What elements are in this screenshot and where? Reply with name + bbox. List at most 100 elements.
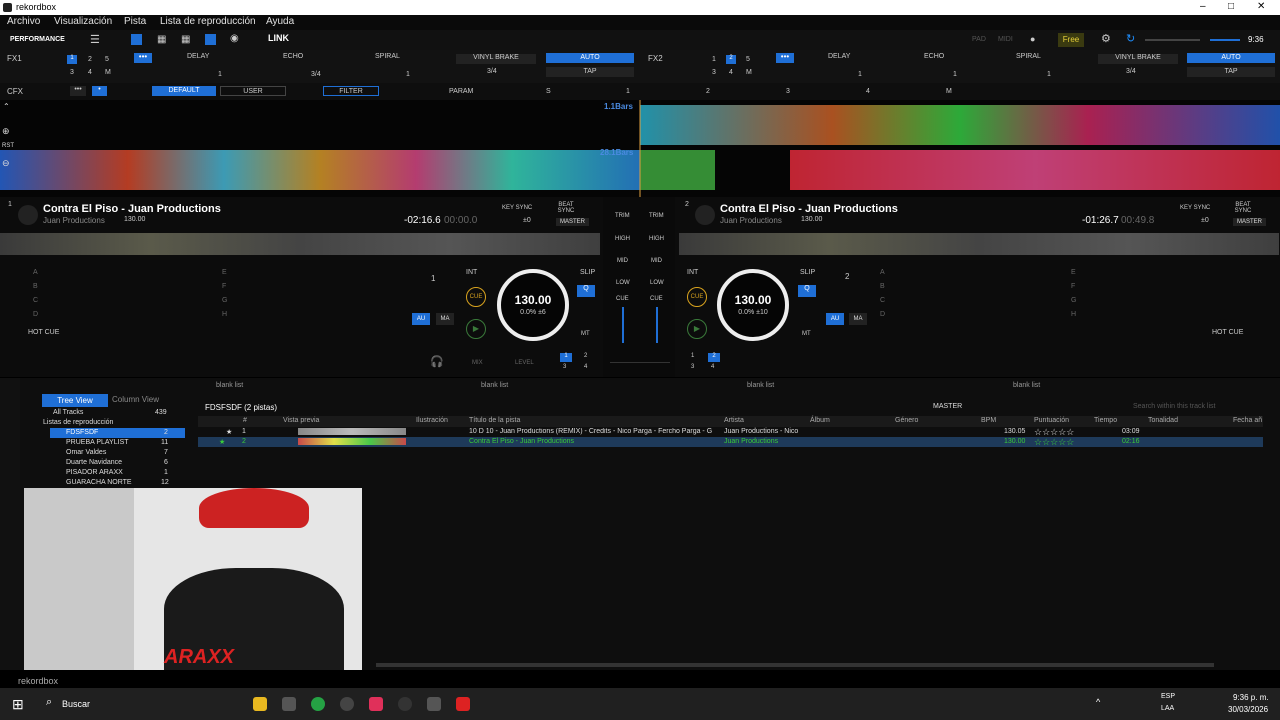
fx2-beat-1[interactable]: 1 xyxy=(712,56,716,63)
row-preview-wave[interactable] xyxy=(298,438,406,445)
fx2-effect-4[interactable]: VINYL BRAKE xyxy=(1098,54,1178,64)
deck1-pad-f[interactable]: F xyxy=(222,283,226,290)
col-rating[interactable]: Puntuación xyxy=(1034,417,1069,424)
fx1-auto-button[interactable]: AUTO xyxy=(546,53,634,63)
all-tracks-item[interactable]: All Tracks xyxy=(53,409,83,416)
deck2-pad-d[interactable]: D xyxy=(880,311,885,318)
cfx-user-button[interactable]: USER xyxy=(220,86,286,96)
mixer-trim-2[interactable]: TRIM xyxy=(649,213,664,219)
mixer-high-1[interactable]: HIGH xyxy=(615,236,630,242)
recorder-icon[interactable] xyxy=(456,697,470,711)
fx2-effect-3[interactable]: SPIRAL xyxy=(1016,53,1041,60)
menu-visualizacion[interactable]: Visualización xyxy=(54,16,112,27)
media-player-icon[interactable] xyxy=(398,697,412,711)
deck2-master-tempo[interactable]: MA xyxy=(849,313,867,325)
deck2-beat-sync[interactable]: BEAT SYNC xyxy=(1233,202,1253,214)
record-icon[interactable]: ◉ xyxy=(230,33,239,44)
minimize-button[interactable]: – xyxy=(1200,1,1206,12)
column-view-tab[interactable]: Column View xyxy=(112,395,159,404)
waveform-area[interactable]: 1.1Bars 28.1Bars ⌃ ⊕ RST ⊖ xyxy=(0,100,1280,197)
blank-list-1[interactable]: blank list xyxy=(216,382,243,389)
deck1-pad-h[interactable]: H xyxy=(222,311,227,318)
taskbar-search[interactable]: Buscar xyxy=(62,699,90,709)
playlist-item[interactable]: Omar Valdes xyxy=(66,449,106,456)
cfx-default-button[interactable]: DEFAULT xyxy=(152,86,216,96)
deck1-pad-a[interactable]: A xyxy=(33,269,38,276)
rekordbox-task-icon[interactable] xyxy=(427,697,441,711)
info-icon[interactable]: ● xyxy=(1030,34,1035,44)
cue-ch3-button[interactable]: 3 xyxy=(563,364,566,370)
master-select[interactable]: MASTER xyxy=(933,403,962,410)
zoom-in-icon[interactable]: ⊕ xyxy=(2,126,10,137)
settings-gear-icon[interactable]: ⚙ xyxy=(1101,32,1111,45)
menu-archivo[interactable]: Archivo xyxy=(7,16,40,27)
tray-chevron-icon[interactable]: ^ xyxy=(1096,697,1100,707)
deck2-hotcue-label[interactable]: HOT CUE xyxy=(1212,329,1243,336)
search-icon[interactable]: ⌕ xyxy=(46,696,52,709)
cue-ch2-button[interactable]: 2 xyxy=(584,353,587,359)
scroll-up-icon[interactable]: ⌃ xyxy=(3,102,10,111)
col-number[interactable]: # xyxy=(243,417,247,424)
menu-lista[interactable]: Lista de reproducción xyxy=(160,16,256,27)
fx1-beat-5[interactable]: 5 xyxy=(105,56,109,63)
close-button[interactable]: ✕ xyxy=(1257,1,1265,12)
deck2-pad-a[interactable]: A xyxy=(880,269,885,276)
fx1-effect-4[interactable]: VINYL BRAKE xyxy=(456,54,536,64)
col-title[interactable]: Título de la pista xyxy=(469,417,520,424)
fx1-beat-4[interactable]: 4 xyxy=(88,69,92,76)
deck1-auto-button[interactable]: AU xyxy=(412,313,430,325)
col-artwork[interactable]: Ilustración xyxy=(416,417,448,424)
mixer-cue-2[interactable]: CUE xyxy=(650,296,663,302)
deck2-overview-waveform[interactable] xyxy=(679,233,1279,255)
deck1-slip-button[interactable]: SLIP xyxy=(580,269,595,276)
cue-ch1-button[interactable]: 1 xyxy=(560,353,572,362)
mixer-trim-1[interactable]: TRIM xyxy=(615,213,630,219)
maximize-button[interactable]: □ xyxy=(1228,1,1234,12)
fx1-beat-2[interactable]: 2 xyxy=(88,56,92,63)
cue-ch4-right[interactable]: 4 xyxy=(711,364,714,370)
row-star-icon[interactable]: ★ xyxy=(226,428,232,436)
fx1-menu-icon[interactable]: ••• xyxy=(134,53,152,63)
deck2-pad-h[interactable]: H xyxy=(1071,311,1076,318)
playlist-item[interactable]: PISADOR ARAXX xyxy=(66,469,123,476)
taskbar-date[interactable]: 30/03/2026 xyxy=(1228,705,1268,714)
cue-ch4-button[interactable]: 4 xyxy=(584,364,587,370)
deck1-play-button[interactable]: ▶ xyxy=(466,319,486,339)
fx2-menu-icon[interactable]: ••• xyxy=(776,53,794,63)
view-1-icon[interactable] xyxy=(131,34,142,45)
cfx-filter-button[interactable]: FILTER xyxy=(323,86,379,96)
deck2-slip-button[interactable]: SLIP xyxy=(800,269,815,276)
link-button[interactable]: LINK xyxy=(268,33,289,43)
horizontal-scrollbar[interactable] xyxy=(376,663,1214,667)
playlist-item[interactable]: FDSFSDF xyxy=(66,429,98,436)
whatsapp-icon[interactable] xyxy=(311,697,325,711)
fx1-tap-button[interactable]: TAP xyxy=(546,67,634,77)
fx2-beat-4[interactable]: 4 xyxy=(729,69,733,76)
mixer-cue-1[interactable]: CUE xyxy=(616,296,629,302)
row-star-icon[interactable]: ★ xyxy=(219,438,225,446)
mixer-high-2[interactable]: HIGH xyxy=(649,236,664,242)
blank-list-2[interactable]: blank list xyxy=(481,382,508,389)
deck2-master-button[interactable]: MASTER xyxy=(1233,218,1267,226)
store-icon[interactable] xyxy=(282,697,296,711)
deck2-cue-button[interactable]: CUE xyxy=(687,287,707,307)
col-artist[interactable]: Artista xyxy=(724,417,744,424)
col-time[interactable]: Tiempo xyxy=(1094,417,1117,424)
fx2-effect-1[interactable]: DELAY xyxy=(828,53,850,60)
col-genre[interactable]: Género xyxy=(895,417,918,424)
blank-list-3[interactable]: blank list xyxy=(747,382,774,389)
col-date[interactable]: Fecha añ xyxy=(1233,417,1262,424)
deck1-pad-g[interactable]: G xyxy=(222,297,227,304)
deck1-int-select[interactable]: INT xyxy=(466,269,477,276)
view-2-icon[interactable]: ▦ xyxy=(157,34,166,45)
cue-ch1-right[interactable]: 1 xyxy=(691,353,694,359)
deck1-key-sync[interactable]: KEY SYNC xyxy=(502,205,532,211)
fx2-effect-2[interactable]: ECHO xyxy=(924,53,944,60)
deck1-pad-c[interactable]: C xyxy=(33,297,38,304)
playlist-item[interactable]: GUARACHA NORTE xyxy=(66,479,132,486)
view-4-icon[interactable] xyxy=(205,34,216,45)
mixer-fader-1[interactable] xyxy=(622,307,624,343)
search-input[interactable]: Search within this track list xyxy=(1133,403,1215,410)
fx2-beat-2[interactable]: 2 xyxy=(726,55,736,64)
deck1-quantize-button[interactable]: Q xyxy=(577,285,595,297)
